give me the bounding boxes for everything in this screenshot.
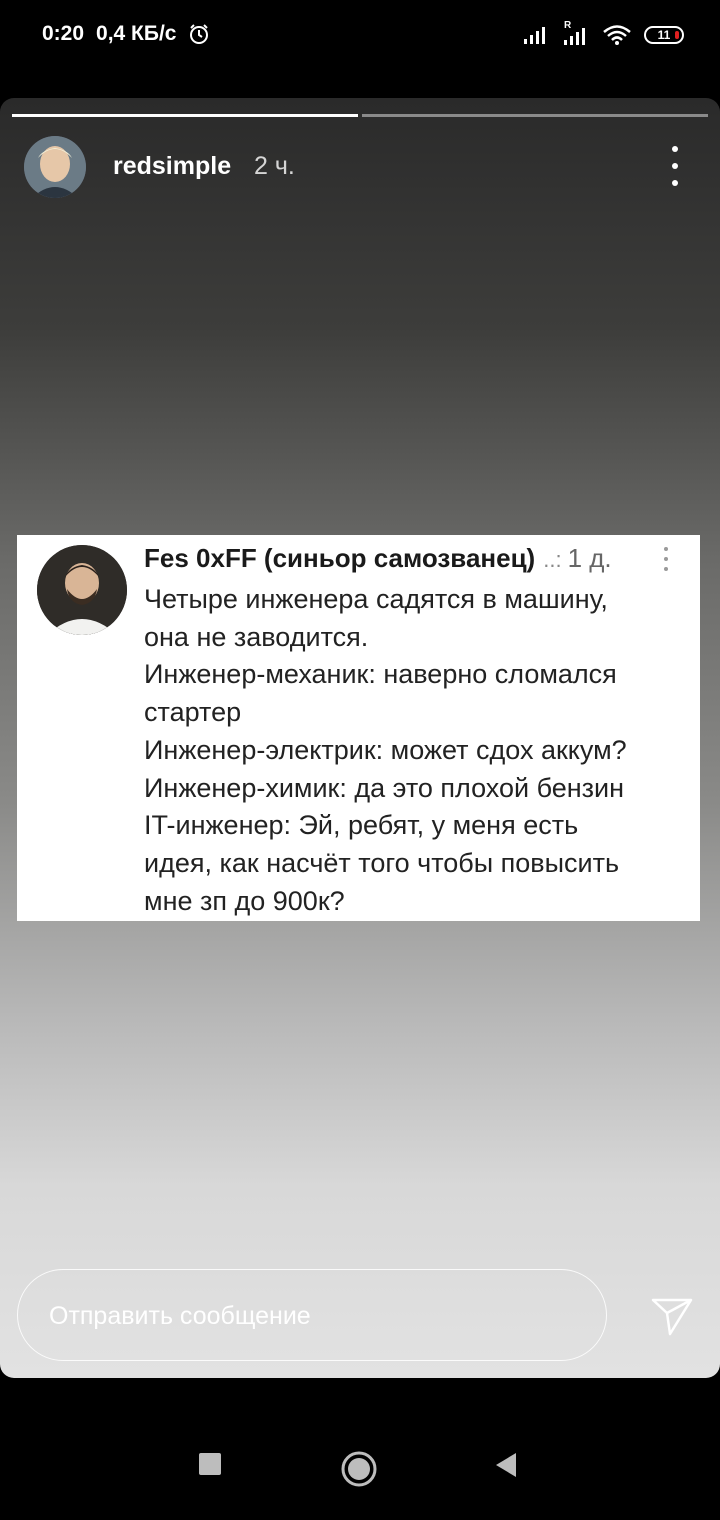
story-username[interactable]: redsimple <box>113 152 231 181</box>
more-vert-icon <box>664 547 670 571</box>
post-text: Четыре инженера садятся в машину, она не… <box>144 581 689 920</box>
story-progress <box>12 114 708 117</box>
signal-icon <box>524 27 545 44</box>
story-time: 2 ч. <box>254 152 295 180</box>
post-line: мне зп до 900к? <box>144 885 345 916</box>
system-nav-bar <box>0 1380 720 1520</box>
post-author-avatar <box>37 545 127 635</box>
battery-level-bar <box>675 31 679 39</box>
back-triangle-icon[interactable] <box>494 1451 518 1479</box>
post-card: Fes 0xFF (синьор самозванец)..: 1 д. Четы… <box>17 535 700 921</box>
signal-sim2: R <box>562 20 590 46</box>
post-line: стартер <box>144 697 242 728</box>
story-header: redsimple 2 ч. <box>24 136 696 200</box>
network-speed: 0,4 КБ/с <box>96 22 177 45</box>
post-author: Fes 0xFF (синьор самозванец) <box>144 543 536 573</box>
status-bar: 0:20 0,4 КБ/с R 11 <box>0 0 720 72</box>
avatar[interactable] <box>24 136 86 198</box>
message-input[interactable]: Отправить сообщение <box>17 1269 607 1361</box>
post-line: идея, как насчёт того чтобы повысить <box>144 847 620 878</box>
home-circle-icon[interactable] <box>340 1450 378 1488</box>
post-line: она не заводится. <box>144 621 369 652</box>
signal-icon <box>564 28 585 45</box>
post-line: IT-инженер: Эй, ребят, у меня есть <box>144 810 579 841</box>
wifi-icon <box>603 25 631 45</box>
battery-indicator: 11 <box>644 26 684 44</box>
progress-segment <box>362 114 708 117</box>
recents-square-icon[interactable] <box>198 1452 222 1476</box>
status-right: R 11 <box>522 20 684 46</box>
clock: 0:20 <box>42 22 85 45</box>
progress-segment <box>12 114 358 117</box>
post-separator: ..: <box>543 547 562 572</box>
avatar-image <box>24 136 86 198</box>
post-time: 1 д. <box>567 543 612 573</box>
message-placeholder: Отправить сообщение <box>49 1302 311 1330</box>
battery-level-text: 11 <box>657 28 671 42</box>
post-line: Четыре инженера садятся в машину, <box>144 584 608 614</box>
post-line: Инженер-химик: да это плохой бензин <box>144 772 625 803</box>
post-header: Fes 0xFF (синьор самозванец)..: 1 д. <box>144 543 684 583</box>
more-vert-icon[interactable] <box>670 146 680 186</box>
post-line: Инженер-электрик: может сдох аккум? <box>144 734 627 765</box>
send-icon[interactable] <box>650 1294 694 1338</box>
story-view[interactable]: redsimple 2 ч. Fes 0xFF (синьор самозван… <box>0 98 720 1378</box>
status-left: 0:20 0,4 КБ/с <box>42 22 210 46</box>
post-line: Инженер-механик: наверно сломался <box>144 659 617 690</box>
alarm-icon <box>190 24 209 44</box>
author-photo <box>37 545 127 635</box>
